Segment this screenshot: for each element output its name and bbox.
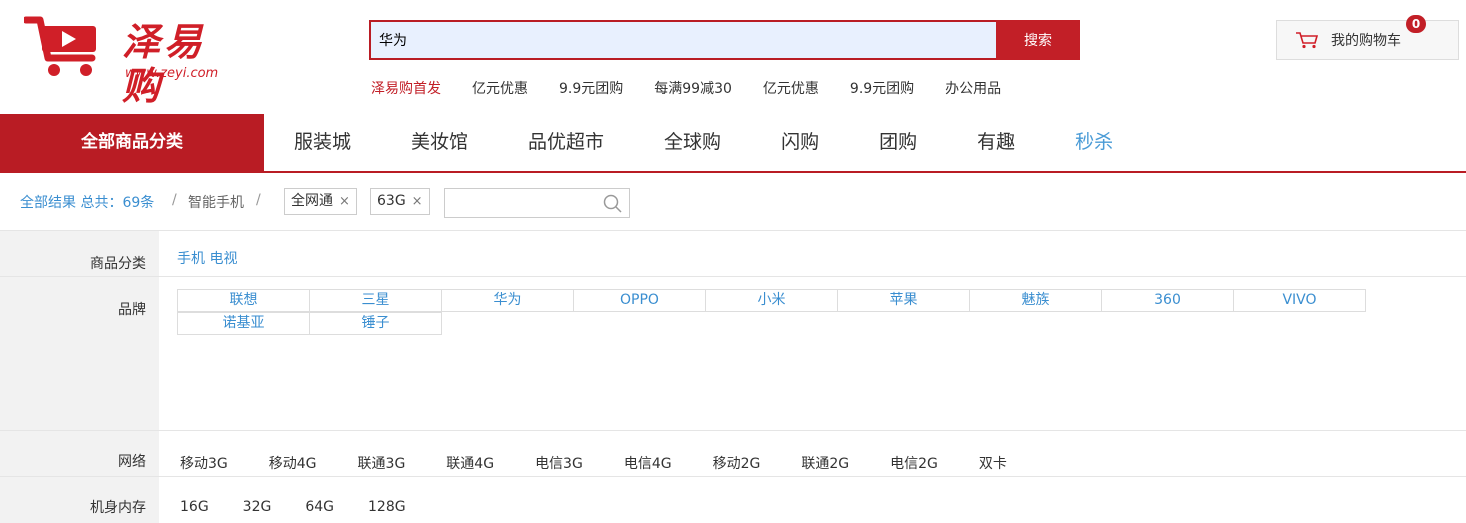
memory-option[interactable]: 64G	[305, 499, 334, 515]
filter-tag[interactable]: 63G ×	[370, 188, 430, 215]
brand-grid: 联想 三星 华为 OPPO 小米 苹果 魅族 360 VIVO 诺基亚 锤子	[177, 289, 1372, 335]
network-option[interactable]: 联通2G	[801, 453, 849, 473]
brand-option[interactable]: OPPO	[573, 289, 706, 312]
category-values[interactable]: 手机 电视	[159, 231, 1466, 276]
filter-table: 商品分类 手机 电视 品牌 联想 三星 华为 OPPO 小米 苹果 魅族 360…	[0, 230, 1466, 523]
filter-label: 网络	[0, 431, 159, 476]
hot-link[interactable]: 9.9元团购	[850, 78, 914, 98]
cart-icon	[1296, 32, 1319, 49]
brand-values: 联想 三星 华为 OPPO 小米 苹果 魅族 360 VIVO 诺基亚 锤子	[159, 277, 1466, 430]
network-option[interactable]: 电信2G	[890, 453, 938, 473]
cart-logo-icon	[24, 16, 96, 76]
cart-label: 我的购物车	[1331, 33, 1401, 49]
nav-item[interactable]: 团购	[849, 114, 947, 171]
filter-row-network: 网络 移动3G 移动4G 联通3G 联通4G 电信3G 电信4G 移动2G 联通…	[0, 431, 1466, 477]
nav-item[interactable]: 美妆馆	[381, 114, 498, 171]
header: 泽易购 www.zeyi.com 搜索 泽易购首发 亿元优惠 9.9元团购 每满…	[0, 0, 1466, 114]
brand-option[interactable]: 联想	[177, 289, 310, 312]
hot-link[interactable]: 亿元优惠	[763, 78, 819, 98]
filter-tag[interactable]: 全网通 ×	[284, 188, 357, 215]
brand-option[interactable]: VIVO	[1233, 289, 1366, 312]
brand-option[interactable]: 三星	[309, 289, 442, 312]
breadcrumb-category[interactable]: 智能手机	[188, 192, 244, 212]
search-input[interactable]	[369, 20, 996, 60]
site-logo[interactable]: 泽易购 www.zeyi.com	[24, 14, 244, 108]
network-option[interactable]: 移动3G	[180, 453, 228, 473]
search-button[interactable]: 搜索	[996, 20, 1080, 60]
filter-label: 商品分类	[0, 231, 159, 276]
brand-option[interactable]: 苹果	[837, 289, 970, 312]
brand-option[interactable]: 锤子	[309, 312, 442, 335]
refine-search-input[interactable]	[444, 188, 630, 218]
nav-item[interactable]: 品优超市	[498, 114, 634, 171]
network-option[interactable]: 联通4G	[446, 453, 494, 473]
filter-tag-label: 63G	[377, 193, 406, 209]
network-option[interactable]: 双卡	[979, 453, 1007, 473]
hot-link[interactable]: 9.9元团购	[559, 78, 623, 98]
close-icon[interactable]: ×	[339, 189, 350, 214]
nav-item[interactable]: 服装城	[264, 114, 381, 171]
network-option[interactable]: 电信4G	[624, 453, 672, 473]
filter-tag-label: 全网通	[291, 193, 333, 209]
hot-link[interactable]: 办公用品	[945, 78, 1001, 98]
hot-link[interactable]: 亿元优惠	[472, 78, 528, 98]
breadcrumb-separator: /	[172, 192, 177, 208]
brand-option[interactable]: 诺基亚	[177, 312, 310, 335]
filter-label: 品牌	[0, 277, 159, 430]
hot-link[interactable]: 每满99减30	[654, 78, 732, 98]
cart-count-badge: 0	[1406, 15, 1426, 33]
brand-option[interactable]: 小米	[705, 289, 838, 312]
memory-option[interactable]: 16G	[180, 499, 209, 515]
breadcrumb-separator: /	[256, 192, 261, 208]
brand-option[interactable]: 360	[1101, 289, 1234, 312]
hot-links: 泽易购首发 亿元优惠 9.9元团购 每满99减30 亿元优惠 9.9元团购 办公…	[371, 78, 1032, 98]
nav-item[interactable]: 闪购	[751, 114, 849, 171]
nav-items: 服装城 美妆馆 品优超市 全球购 闪购 团购 有趣 秒杀	[264, 114, 1143, 171]
search-box: 搜索	[369, 20, 1080, 60]
network-option[interactable]: 联通3G	[358, 453, 406, 473]
nav-item[interactable]: 全球购	[634, 114, 751, 171]
nav-item[interactable]: 有趣	[947, 114, 1045, 171]
memory-values: 16G 32G 64G 128G	[159, 477, 1466, 523]
hot-link[interactable]: 泽易购首发	[371, 78, 441, 98]
close-icon[interactable]: ×	[412, 189, 423, 214]
filter-row-category: 商品分类 手机 电视	[0, 231, 1466, 277]
filter-label: 机身内存	[0, 477, 159, 523]
brand-option[interactable]: 华为	[441, 289, 574, 312]
network-option[interactable]: 移动2G	[713, 453, 761, 473]
cart-button[interactable]: 我的购物车 0	[1276, 15, 1459, 60]
search-icon[interactable]	[603, 194, 623, 214]
memory-option[interactable]: 128G	[368, 499, 406, 515]
nav-item-active[interactable]: 秒杀	[1045, 114, 1143, 171]
network-option[interactable]: 电信3G	[535, 453, 583, 473]
logo-url: www.zeyi.com	[125, 66, 219, 81]
logo-text: 泽易购	[122, 19, 207, 108]
filter-row-memory: 机身内存 16G 32G 64G 128G	[0, 477, 1466, 523]
main-nav: 全部商品分类 服装城 美妆馆 品优超市 全球购 闪购 团购 有趣 秒杀	[0, 114, 1466, 173]
breadcrumb-all-results[interactable]: 全部结果 总共：69条	[20, 192, 154, 212]
all-categories-button[interactable]: 全部商品分类	[0, 114, 264, 171]
brand-option[interactable]: 魅族	[969, 289, 1102, 312]
network-option[interactable]: 移动4G	[269, 453, 317, 473]
network-values: 移动3G 移动4G 联通3G 联通4G 电信3G 电信4G 移动2G 联通2G …	[159, 431, 1466, 476]
filter-row-brand: 品牌 联想 三星 华为 OPPO 小米 苹果 魅族 360 VIVO 诺基亚 锤…	[0, 277, 1466, 431]
breadcrumb: 全部结果 总共：69条 / 智能手机 / 全网通 × 63G ×	[0, 173, 1466, 230]
memory-option[interactable]: 32G	[243, 499, 272, 515]
